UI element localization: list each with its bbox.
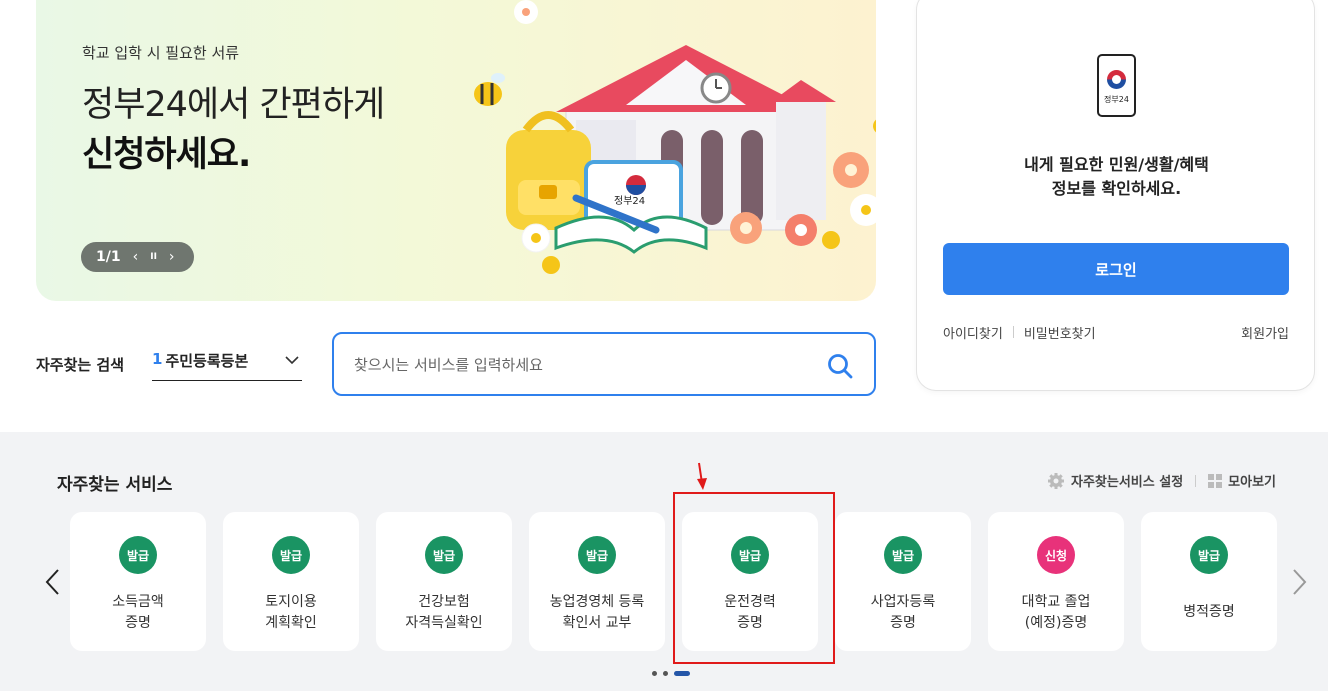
service-cards: 발급 소득금액 증명 발급 토지이용 계획확인 발급 건강보험 자격득실확인 발급 농업경영체 등록…	[70, 512, 1277, 651]
service-card[interactable]: 발급운전경력증명	[682, 512, 818, 651]
services-title: 자주찾는 서비스	[57, 475, 173, 495]
service-name: 사업자등록증명	[835, 592, 971, 634]
service-name: 운전경력증명	[682, 592, 818, 634]
service-name-line2: 증명	[125, 615, 151, 631]
search-input[interactable]	[354, 352, 814, 378]
service-name-line1: 소득금액	[112, 594, 164, 610]
divider	[1012, 326, 1014, 338]
chevron-down-icon	[285, 356, 299, 365]
chevron-right-icon[interactable]	[1288, 564, 1312, 600]
service-name: 토지이용계획확인	[223, 592, 359, 634]
service-name-line2: 계획확인	[265, 615, 317, 631]
service-badge: 신청	[1037, 536, 1075, 574]
taegeuk-logo-icon	[1107, 70, 1126, 89]
service-card[interactable]: 발급농업경영체 등록확인서 교부	[529, 512, 665, 651]
search-icon[interactable]	[826, 352, 854, 380]
service-name-line1: 농업경영체 등록	[549, 594, 645, 610]
signup-link[interactable]: 회원가입	[1241, 323, 1289, 342]
carousel-dot-active[interactable]	[674, 671, 690, 676]
service-badge: 발급	[1190, 536, 1228, 574]
service-card[interactable]: 발급건강보험자격득실확인	[376, 512, 512, 651]
banner-title-line2: 신청하세요.	[82, 135, 251, 175]
service-name-line2: (예정)증명	[1024, 615, 1088, 631]
service-name-line2: 자격득실확인	[405, 615, 483, 631]
frequent-search-label: 자주찾는 검색	[36, 356, 125, 374]
login-message-line1: 내게 필요한 민원/생활/혜택	[1024, 155, 1209, 174]
frequent-search-dropdown[interactable]: 1 주민등록등본	[152, 350, 302, 381]
app-label: 정부24	[1104, 95, 1129, 104]
red-arrow-indicator	[697, 462, 707, 490]
login-links: 아이디찾기 비밀번호찾기 회원가입	[943, 323, 1289, 342]
service-name-line1: 건강보험	[418, 594, 470, 610]
services-settings-button[interactable]: 자주찾는서비스 설정	[1047, 471, 1183, 490]
frequent-services-section: 자주찾는 서비스 자주찾는서비스 설정 모아보기 발급 소득금액 증명 발급 토…	[0, 432, 1328, 691]
carousel-dot[interactable]	[652, 671, 657, 676]
service-name-line1: 토지이용	[265, 594, 317, 610]
service-card[interactable]: 발급소득금액증명	[70, 512, 206, 651]
search-selected-value: 주민등록등본	[165, 352, 249, 370]
settings-label: 자주찾는서비스 설정	[1070, 475, 1184, 490]
school-illustration	[474, 0, 876, 274]
service-name: 소득금액증명	[70, 592, 206, 634]
service-badge: 발급	[884, 536, 922, 574]
service-name: 병적증명	[1141, 602, 1277, 623]
service-name-line1: 병적증명	[1183, 604, 1235, 620]
service-card[interactable]: 발급병적증명	[1141, 512, 1277, 651]
banner-pager: 1/1 ‹ II ›	[81, 242, 194, 272]
page: 학교 입학 시 필요한 서류 정부24에서 간편하게 신청하세요. 정부24 1…	[0, 0, 1328, 691]
gear-icon	[1047, 472, 1064, 489]
service-badge: 발급	[731, 536, 769, 574]
search-box	[332, 332, 876, 396]
chevron-left-icon[interactable]	[40, 564, 64, 600]
pause-button[interactable]: II	[150, 252, 157, 262]
next-slide-button[interactable]: ›	[169, 249, 175, 265]
main-banner[interactable]: 학교 입학 시 필요한 서류 정부24에서 간편하게 신청하세요. 정부24 1…	[36, 0, 876, 301]
login-message-line2: 정보를 확인하세요.	[1051, 179, 1182, 198]
service-name-line1: 대학교 졸업	[1021, 594, 1091, 610]
view-all-label: 모아보기	[1228, 475, 1276, 490]
find-id-link[interactable]: 아이디찾기	[943, 323, 1003, 342]
service-card[interactable]: 신청대학교 졸업 (예정)증명	[988, 512, 1124, 651]
service-name-line1: 사업자등록	[870, 594, 936, 610]
service-badge: 발급	[578, 536, 616, 574]
service-badge: 발급	[272, 536, 310, 574]
banner-title-line1: 정부24에서 간편하게	[82, 85, 385, 125]
mobile-app-icon: 정부24	[1097, 54, 1136, 117]
tablet-label: 정부24	[614, 196, 646, 207]
service-name: 대학교 졸업 (예정)증명	[988, 592, 1124, 634]
prev-slide-button[interactable]: ‹	[133, 249, 139, 265]
divider	[1195, 474, 1197, 487]
service-name-line2: 증명	[890, 615, 916, 631]
view-all-button[interactable]: 모아보기	[1208, 471, 1276, 490]
banner-subtitle: 학교 입학 시 필요한 서류	[82, 44, 240, 62]
service-name: 건강보험자격득실확인	[376, 592, 512, 634]
service-name: 농업경영체 등록확인서 교부	[529, 592, 665, 634]
pager-count: 1/1	[96, 249, 121, 265]
service-card[interactable]: 발급사업자등록증명	[835, 512, 971, 651]
service-name-line2: 확인서 교부	[562, 615, 632, 631]
search-rank: 1	[152, 350, 163, 368]
services-tools: 자주찾는서비스 설정 모아보기	[1047, 471, 1276, 490]
service-card[interactable]: 발급토지이용계획확인	[223, 512, 359, 651]
find-password-link[interactable]: 비밀번호찾기	[1024, 323, 1096, 342]
service-name-line2: 증명	[737, 615, 763, 631]
login-message: 내게 필요한 민원/생활/혜택 정보를 확인하세요.	[917, 153, 1316, 201]
grid-icon	[1208, 473, 1223, 488]
carousel-dots	[652, 671, 690, 676]
service-badge: 발급	[425, 536, 463, 574]
carousel-dot[interactable]	[663, 671, 668, 676]
login-card: 정부24 내게 필요한 민원/생활/혜택 정보를 확인하세요. 로그인 아이디찾…	[916, 0, 1315, 391]
service-name-line1: 운전경력	[724, 594, 776, 610]
service-badge: 발급	[119, 536, 157, 574]
login-button[interactable]: 로그인	[943, 243, 1289, 295]
